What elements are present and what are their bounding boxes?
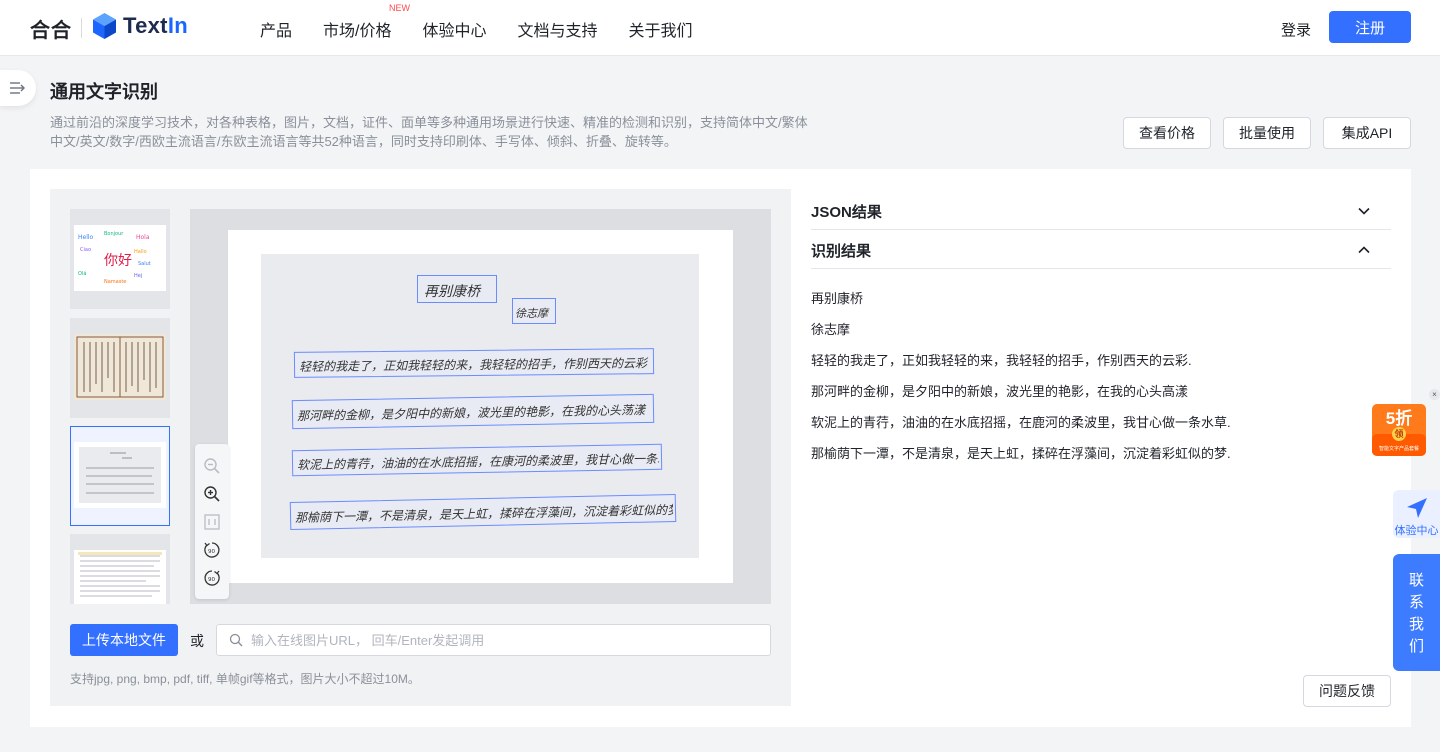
brand-name: TextIn <box>123 13 188 38</box>
experience-center-label: 体验中心 <box>1394 525 1439 537</box>
json-result-section[interactable]: JSON结果 <box>811 190 1391 230</box>
upload-hint: 支持jpg, png, bmp, pdf, tiff, 单帧gif等格式，图片大… <box>70 672 420 686</box>
discount-promo[interactable]: 5折 领 智能文字产品套餐 <box>1370 398 1428 458</box>
textin-logo[interactable]: TextIn <box>92 12 188 40</box>
svg-text:Hallo: Hallo <box>134 249 147 255</box>
logo-divider <box>81 18 82 38</box>
handwriting-line-4: 那榆荫下一潭，不是清泉，是天上虹，揉碎在浮藻间，沉淀着彩虹似的梦 <box>294 502 674 525</box>
upload-local-file-button[interactable]: 上传本地文件 <box>70 624 178 656</box>
experience-center-float[interactable]: 体验中心 <box>1393 490 1440 538</box>
textin-cube-icon <box>93 13 116 39</box>
svg-text:Bonjour: Bonjour <box>104 231 124 237</box>
chevron-down-icon[interactable] <box>1357 204 1371 218</box>
result-line: 轻轻的我走了，正如我轻轻的来，我轻轻的招手，作别西天的云彩. <box>811 353 1192 368</box>
chevron-up-icon[interactable] <box>1357 243 1371 257</box>
handwriting-line-3: 软泥上的青荇，油油的在水底招摇，在康河的柔波里，我甘心做一条水草 <box>296 451 660 473</box>
ocr-result-section[interactable]: 识别结果 <box>811 229 1391 269</box>
text-bbox-author[interactable]: 徐志摩 <box>512 298 556 324</box>
text-bbox-title[interactable]: 再别康桥 <box>417 275 497 303</box>
integrate-api-button[interactable]: 集成API <box>1323 117 1411 149</box>
contact-us-label: 联系我们 <box>1408 572 1424 655</box>
svg-text:Hello: Hello <box>78 234 94 241</box>
register-button[interactable]: 注册 <box>1329 11 1411 43</box>
word-cloud-image: Hello Bonjour Hola Ciao Hallo Salut Olá … <box>74 225 166 291</box>
search-icon <box>229 633 243 647</box>
zoom-out-icon[interactable] <box>203 457 221 475</box>
text-bbox-line-1[interactable]: 轻轻的我走了，正如我轻轻的来，我轻轻的招手，作别西天的云彩 <box>293 348 655 378</box>
thumbnail-ancient-document[interactable] <box>70 318 170 418</box>
result-line: 那榆荫下一潭，不是清泉，是天上虹，揉碎在浮藻间，沉淀着彩虹似的梦. <box>811 446 1231 461</box>
handwriting-line-2: 那河畔的金柳，是夕阳中的新娘，波光里的艳影，在我的心头荡漾 <box>296 402 646 424</box>
ocr-result-title: 识别结果 <box>811 243 872 260</box>
result-line: 软泥上的青荇，油油的在水底招摇，在鹿河的柔波里，我甘心做一条水草. <box>811 415 1231 430</box>
svg-text:Hej: Hej <box>134 273 142 279</box>
rotate-left-90-icon[interactable]: 90 <box>203 541 221 559</box>
sidebar-toggle-button[interactable] <box>0 70 36 106</box>
svg-text:你好: 你好 <box>104 253 132 269</box>
svg-text:Namaste: Namaste <box>104 279 126 285</box>
svg-text:Hola: Hola <box>136 234 150 241</box>
top-navbar: 合合 TextIn 产品 市场/价格 NEW 体验中心 文档与支持 关于我们 登录… <box>0 0 1440 56</box>
handwriting-thumb-image <box>74 442 166 508</box>
page-title: 通用文字识别 <box>50 82 158 102</box>
rotate-right-90-icon[interactable]: 90 <box>203 569 221 587</box>
view-price-button[interactable]: 查看价格 <box>1123 117 1211 149</box>
svg-text:90: 90 <box>208 549 215 555</box>
image-url-input[interactable] <box>251 625 761 655</box>
or-label: 或 <box>190 633 204 649</box>
thumbnail-printed-document[interactable] <box>70 534 170 604</box>
zoom-in-icon[interactable] <box>203 485 221 503</box>
nav-item-market-price[interactable]: 市场/价格 NEW <box>323 3 410 41</box>
ancient-document-image <box>74 334 166 400</box>
printed-document-image <box>74 550 166 604</box>
svg-text:Olá: Olá <box>78 270 86 277</box>
json-result-title: JSON结果 <box>811 204 882 221</box>
nav-item-products[interactable]: 产品 <box>260 17 292 41</box>
promo-text: 5折 <box>1385 409 1413 428</box>
handwriting-title: 再别康桥 <box>424 284 480 300</box>
intsig-logo[interactable]: 合合 <box>30 14 72 43</box>
main-nav: 产品 市场/价格 NEW 体验中心 文档与支持 关于我们 <box>260 3 693 41</box>
batch-use-button[interactable]: 批量使用 <box>1223 117 1311 149</box>
promo-close-icon[interactable]: × <box>1429 389 1440 400</box>
feedback-button[interactable]: 问题反馈 <box>1303 675 1391 707</box>
image-url-field[interactable] <box>216 624 771 656</box>
result-line: 再别康桥 <box>811 291 864 306</box>
thumbnail-word-cloud[interactable]: Hello Bonjour Hola Ciao Hallo Salut Olá … <box>70 209 170 309</box>
nav-item-experience-center[interactable]: 体验中心 <box>422 17 486 41</box>
viewer-toolbar: 90 90 <box>195 444 229 599</box>
promo-badge: 领 <box>1394 429 1404 439</box>
new-badge: NEW <box>389 3 411 13</box>
result-line: 那河畔的金柳，是夕阳中的新娘，波光里的艳影，在我的心头高漾 <box>811 384 1189 399</box>
promo-small-text: 智能文字产品套餐 <box>1378 446 1419 452</box>
page-description: 通过前沿的深度学习技术，对各种表格，图片，文档，证件、面单等多种通用场景进行快速… <box>50 115 808 149</box>
send-arrow-icon <box>1407 498 1427 518</box>
svg-text:Salut: Salut <box>138 261 151 267</box>
svg-text:Ciao: Ciao <box>80 247 91 253</box>
svg-text:90: 90 <box>208 577 215 583</box>
contact-us-float[interactable]: 联系我们 <box>1393 554 1440 671</box>
result-line: 徐志摩 <box>811 322 851 337</box>
nav-item-about-us[interactable]: 关于我们 <box>629 17 693 41</box>
login-link[interactable]: 登录 <box>1281 19 1311 40</box>
nav-item-docs-support[interactable]: 文档与支持 <box>517 17 597 41</box>
fit-icon[interactable] <box>203 513 221 531</box>
thumbnail-handwriting-sample[interactable] <box>70 426 170 526</box>
handwriting-line-1: 轻轻的我走了，正如我轻轻的来，我轻轻的招手，作别西天的云彩 <box>298 356 648 374</box>
collapse-menu-icon <box>10 82 25 94</box>
handwriting-author: 徐志摩 <box>515 307 548 320</box>
